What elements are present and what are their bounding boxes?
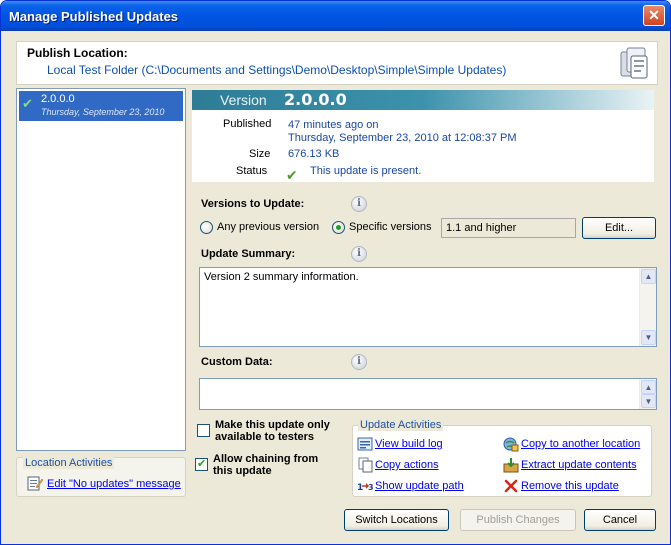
manage-published-updates-window: Manage Published Updates ✕ Publish Locat… [0,0,671,545]
extract-icon [503,458,519,473]
check-icon: ✔ [22,97,33,112]
update-activities-group: Update Activities View build log Copy ac… [352,419,652,497]
specific-versions-label[interactable]: Specific versions [349,221,432,233]
testers-only-label[interactable]: Make this update only available to teste… [215,419,330,443]
edit-versions-label: Edit... [604,222,634,234]
update-summary-textarea[interactable]: Version 2 summary information. ▲ ▼ [199,267,657,347]
title-bar[interactable]: Manage Published Updates ✕ [1,1,670,31]
any-previous-version-radio[interactable] [200,221,213,234]
svg-text:1: 1 [357,483,363,493]
remove-this-update-link[interactable]: Remove this update [521,480,619,492]
svg-text:3: 3 [368,483,373,492]
cancel-label: Cancel [602,514,638,526]
update-summary-title: Update Summary: [201,248,296,260]
update-details-panel: Version 2.0.0.0 Published 47 minutes ago… [190,88,657,451]
published-date: Thursday, September 23, 2010 at 12:08:37… [288,132,517,144]
versions-to-update-title: Versions to Update: [201,198,305,210]
dialog-body: Publish Location: Local Test Folder (C:\… [4,31,667,542]
close-button[interactable]: ✕ [643,5,665,26]
publish-changes-label: Publish Changes [476,514,560,526]
scroll-up-icon[interactable]: ▲ [641,269,656,284]
testers-only-line1: Make this update only [215,419,330,431]
location-activities-group: Location Activities Edit "No updates" me… [16,457,186,497]
switch-locations-label: Switch Locations [355,514,438,526]
update-store-icon [620,47,648,79]
scroll-down-icon[interactable]: ▼ [641,330,656,345]
version-date: Thursday, September 23, 2010 [41,107,165,117]
edit-versions-button[interactable]: Edit... [582,217,656,239]
location-activities-title: Location Activities [23,457,115,469]
copy-location-icon [503,437,519,452]
version-banner-value: 2.0.0.0 [284,90,347,109]
update-activities-title: Update Activities [358,419,444,431]
build-log-icon [357,437,373,451]
copy-to-another-location-link[interactable]: Copy to another location [521,438,640,450]
publish-location-path: Local Test Folder (C:\Documents and Sett… [47,63,507,77]
allow-chaining-label[interactable]: Allow chaining from this update [213,453,318,477]
version-list[interactable]: ✔ 2.0.0.0 Thursday, September 23, 2010 [16,88,186,451]
size-label: Size [249,148,271,160]
edit-message-icon [27,476,43,491]
version-banner-label: Version [220,92,267,108]
update-summary-text: Version 2 summary information. [204,271,359,283]
custom-data-textarea[interactable]: ▲ ▼ [199,378,657,410]
copy-icon [358,457,373,473]
any-previous-version-label[interactable]: Any previous version [217,221,319,233]
version-range-value: 1.1 and higher [446,222,517,234]
update-path-icon: 1 3 [357,483,373,493]
version-range-field: 1.1 and higher [441,218,576,238]
publish-location-label: Publish Location: [27,46,128,60]
status-value: This update is present. [310,165,422,177]
copy-actions-link[interactable]: Copy actions [375,459,439,471]
version-list-item[interactable]: ✔ 2.0.0.0 Thursday, September 23, 2010 [19,91,183,121]
allow-chaining-line2: this update [213,465,272,477]
testers-only-checkbox[interactable] [197,424,210,437]
summary-scrollbar[interactable]: ▲ ▼ [639,268,656,346]
custom-data-title: Custom Data: [201,356,273,368]
check-icon: ✔ [286,168,298,184]
publish-location-header: Publish Location: Local Test Folder (C:\… [16,41,658,85]
info-icon[interactable]: i [351,354,367,370]
edit-no-updates-message-link[interactable]: Edit "No updates" message [47,478,181,490]
size-value: 676.13 KB [288,148,340,160]
status-label: Status [236,165,268,177]
version-number: 2.0.0.0 [41,93,75,105]
scroll-down-icon[interactable]: ▼ [641,394,656,408]
window-title: Manage Published Updates [9,9,179,24]
testers-only-line2: available to testers [215,431,315,443]
published-label: Published [223,118,272,130]
extract-update-contents-link[interactable]: Extract update contents [521,459,637,471]
show-update-path-link[interactable]: Show update path [375,480,464,492]
info-icon[interactable]: i [351,246,367,262]
cancel-button[interactable]: Cancel [584,509,656,531]
allow-chaining-line1: Allow chaining from [213,453,319,465]
info-icon[interactable]: i [351,196,367,212]
specific-versions-radio[interactable] [332,221,345,234]
published-relative: 47 minutes ago on [288,119,379,131]
custom-data-scrollbar[interactable]: ▲ ▼ [639,379,656,409]
switch-locations-button[interactable]: Switch Locations [344,509,449,531]
allow-chaining-checkbox[interactable] [195,457,208,471]
version-banner: Version 2.0.0.0 [192,90,654,110]
scroll-up-icon[interactable]: ▲ [641,380,656,394]
update-info-panel: Published 47 minutes ago on Thursday, Se… [192,110,654,184]
view-build-log-link[interactable]: View build log [375,438,443,450]
close-icon: ✕ [648,7,660,23]
remove-icon [504,479,518,493]
publish-changes-button[interactable]: Publish Changes [460,509,576,531]
